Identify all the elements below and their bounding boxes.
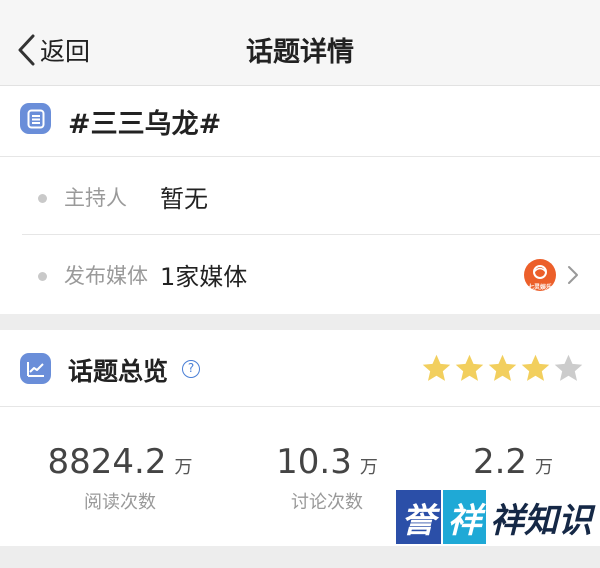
star-filled-icon (521, 354, 550, 381)
host-row: 主持人 暂无 (0, 157, 600, 235)
media-value: 1家媒体 (160, 263, 248, 291)
star-filled-icon (488, 354, 517, 381)
overview-title: 话题总览 (68, 357, 169, 386)
chevron-right-icon[interactable] (567, 265, 579, 285)
bar-chart-icon (20, 353, 51, 384)
stat-unit: 万 (174, 457, 193, 478)
watermark-text: 祥知识 (490, 500, 592, 541)
topic-card: #三三乌龙# 主持人 暂无 发布媒体 1家媒体 七灵娱乐 (0, 86, 600, 314)
stat-reads: 8824.2 万 阅读次数 (30, 442, 210, 514)
stat-unit: 万 (359, 457, 378, 478)
watermark-box: 誉 (396, 490, 441, 544)
bullet-dot-icon (38, 272, 47, 281)
media-logo[interactable]: 七灵娱乐 (524, 259, 556, 291)
stat-label: 讨论次数 (291, 492, 363, 513)
watermark-logo: 誉 祥 祥知识 (396, 484, 592, 550)
star-filled-icon (422, 354, 451, 381)
section-gap (0, 314, 600, 330)
stat-value: 10.3 (276, 442, 352, 482)
overview-header: 话题总览 ? (0, 330, 600, 406)
host-label: 主持人 (64, 186, 127, 210)
nav-bar: 返回 话题详情 (0, 0, 600, 86)
star-empty-icon (554, 354, 583, 381)
watermark-char: 誉 (401, 500, 436, 541)
help-icon[interactable]: ? (182, 360, 200, 378)
topic-title: #三三乌龙# (68, 109, 222, 140)
page-title: 话题详情 (246, 37, 354, 68)
bullet-dot-icon (38, 194, 47, 203)
media-label: 发布媒体 (64, 264, 148, 288)
topic-header: #三三乌龙# (0, 86, 600, 156)
star-filled-icon (455, 354, 484, 381)
media-logo-text: 七灵娱乐 (527, 284, 552, 291)
host-value: 暂无 (160, 185, 208, 213)
stat-value: 8824.2 (47, 442, 167, 482)
divider (0, 406, 600, 407)
stat-discussions: 10.3 万 讨论次数 (252, 442, 402, 514)
stat-value: 2.2 (472, 442, 528, 482)
rating-stars (420, 352, 585, 386)
stat-unit: 万 (535, 457, 554, 478)
stat-label: 阅读次数 (84, 492, 156, 513)
watermark-char: 祥 (447, 500, 482, 541)
stat-third: 2.2 万 (448, 442, 578, 488)
watermark-box: 祥 (442, 490, 486, 544)
media-row[interactable]: 发布媒体 1家媒体 七灵娱乐 (0, 235, 600, 313)
document-list-icon (20, 103, 51, 134)
